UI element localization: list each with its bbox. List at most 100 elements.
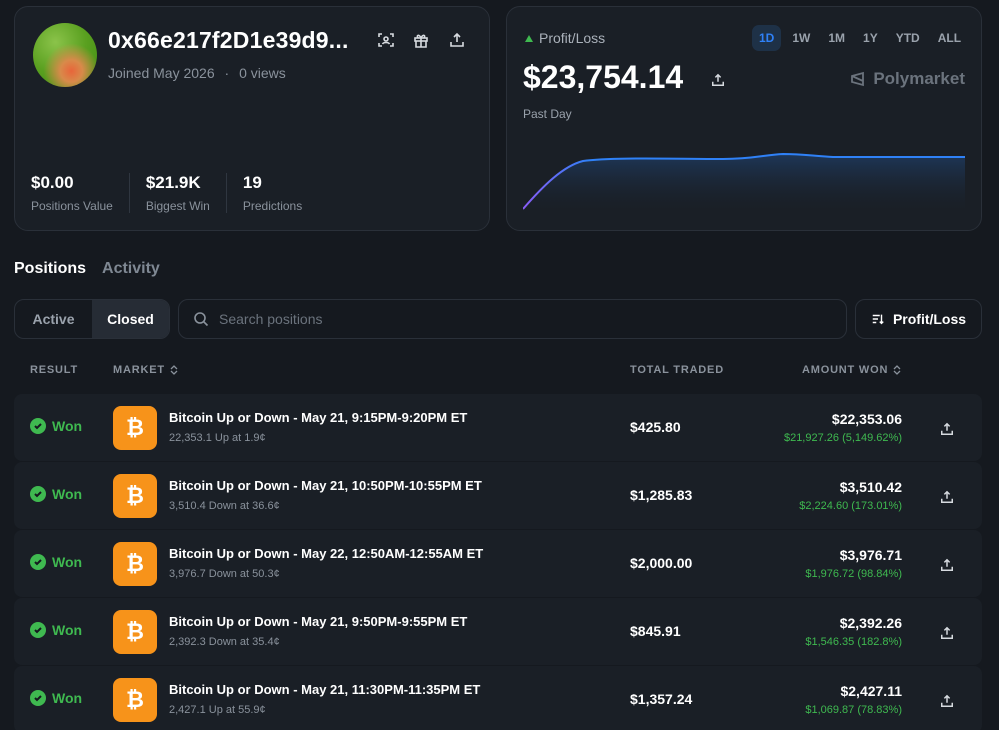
share-icon[interactable] [936, 622, 958, 644]
market-subtitle: 2,392.3 Down at 35.4¢ [169, 636, 280, 648]
range-all[interactable]: ALL [931, 25, 968, 51]
brand-name: Polymarket [873, 69, 965, 88]
stat-value: $21.9K [145, 173, 201, 192]
chart-area [523, 154, 965, 211]
stat-biggest-win: $21.9K Biggest Win [146, 173, 227, 213]
check-circle-icon [30, 690, 46, 706]
market-title[interactable]: Bitcoin Up or Down - May 21, 9:50PM-9:55… [169, 614, 467, 629]
svg-text:₿: ₿ [126, 415, 144, 440]
profile-card: 0x66e217f2D1e39d9... Joined May 2026 · 0… [14, 6, 490, 231]
range-selector: 1D 1W 1M 1Y YTD ALL [752, 25, 968, 51]
stat-positions-value: $0.00 Positions Value [31, 173, 130, 213]
svg-text:₿: ₿ [126, 551, 144, 576]
amount-won: $22,353.06 [831, 411, 902, 427]
table-row[interactable]: Won ₿ Bitcoin Up or Down - May 21, 9:50PM-… [14, 598, 982, 665]
table-row[interactable]: Won ₿ Bitcoin Up or Down - May 21, 10:50PM… [14, 462, 982, 529]
bitcoin-icon: ₿ [113, 542, 157, 586]
svg-text:₿: ₿ [126, 619, 144, 644]
sort-button[interactable]: Profit/Loss [855, 299, 982, 339]
market-title[interactable]: Bitcoin Up or Down - May 21, 11:30PM-11:… [169, 682, 480, 697]
check-circle-icon [30, 418, 46, 434]
header-total-traded: TOTAL TRADED [630, 364, 724, 376]
svg-text:₿: ₿ [126, 483, 144, 508]
header-amount-won-label: AMOUNT WON [802, 364, 889, 376]
market-title[interactable]: Bitcoin Up or Down - May 21, 10:50PM-10:… [169, 478, 482, 493]
filter-closed-button[interactable]: Closed [92, 300, 169, 338]
result-label: Won [52, 622, 83, 638]
result-won: Won [30, 418, 82, 434]
range-1y[interactable]: 1Y [856, 25, 885, 51]
filter-active-button[interactable]: Active [15, 300, 92, 338]
status-toggle: Active Closed [14, 299, 170, 339]
table-row[interactable]: Won ₿ Bitcoin Up or Down - May 21, 9:15PM-… [14, 394, 982, 461]
range-1m[interactable]: 1M [821, 25, 852, 51]
pnl-label-text: Profit/Loss [539, 30, 606, 46]
range-ytd[interactable]: YTD [889, 25, 927, 51]
total-traded: $1,357.24 [630, 691, 693, 707]
pnl-chart [523, 152, 965, 211]
amount-gain: $21,927.26 (5,149.62%) [783, 432, 902, 444]
up-triangle-icon [525, 34, 533, 42]
bitcoin-icon: ₿ [113, 406, 157, 450]
amount-won: $3,976.71 [839, 547, 902, 563]
sort-icon [872, 314, 884, 325]
range-1w[interactable]: 1W [785, 25, 817, 51]
search-input[interactable] [219, 311, 779, 327]
total-traded: $1,285.83 [630, 487, 693, 503]
header-result: RESULT [30, 364, 78, 376]
range-1d[interactable]: 1D [752, 25, 782, 51]
stat-predictions: 19 Predictions [243, 173, 318, 213]
stat-value: 19 [242, 173, 262, 192]
amount-gain: $1,546.35 (182.8%) [805, 636, 902, 648]
share-icon[interactable] [707, 69, 729, 91]
market-title[interactable]: Bitcoin Up or Down - May 22, 12:50AM-12:… [169, 546, 483, 561]
amount-gain: $1,976.72 (98.84%) [805, 568, 902, 580]
market-title[interactable]: Bitcoin Up or Down - May 21, 9:15PM-9:20… [169, 410, 467, 425]
tab-activity[interactable]: Activity [102, 260, 160, 278]
market-subtitle: 22,353.1 Up at 1.9¢ [169, 432, 266, 444]
header-market[interactable]: MARKET [113, 364, 179, 376]
check-circle-icon [30, 554, 46, 570]
period-label: Past Day [523, 107, 572, 121]
result-won: Won [30, 554, 82, 570]
check-circle-icon [30, 486, 46, 502]
total-traded: $425.80 [630, 419, 681, 435]
pnl-label: Profit/Loss [525, 30, 605, 46]
header-amount-won[interactable]: AMOUNT WON [802, 364, 902, 376]
table-row[interactable]: Won ₿ Bitcoin Up or Down - May 21, 11:30PM… [14, 666, 982, 730]
bitcoin-icon: ₿ [113, 678, 157, 722]
scan-icon[interactable] [375, 29, 397, 51]
result-won: Won [30, 486, 82, 502]
pnl-value: $23,754.14 [523, 59, 684, 95]
market-subtitle: 3,976.7 Down at 50.3¢ [169, 568, 280, 580]
sort-updown-icon [893, 365, 901, 375]
market-subtitle: 3,510.4 Down at 36.6¢ [169, 500, 280, 512]
result-label: Won [52, 486, 83, 502]
share-icon[interactable] [936, 418, 958, 440]
share-icon[interactable] [936, 554, 958, 576]
total-traded: $2,000.00 [630, 555, 693, 571]
gift-icon[interactable] [410, 29, 432, 51]
share-icon[interactable] [446, 29, 468, 51]
table-row[interactable]: Won ₿ Bitcoin Up or Down - May 22, 12:50AM… [14, 530, 982, 597]
result-label: Won [52, 418, 83, 434]
result-won: Won [30, 690, 82, 706]
header-market-label: MARKET [113, 364, 165, 376]
tab-positions[interactable]: Positions [14, 260, 86, 278]
sort-updown-icon [170, 365, 178, 375]
sort-label: Profit/Loss [892, 311, 967, 327]
stat-label: Predictions [242, 199, 303, 213]
wallet-address: 0x66e217f2D1e39d9... [108, 27, 349, 53]
bitcoin-icon: ₿ [113, 610, 157, 654]
polymarket-icon [851, 71, 865, 87]
joined-date: Joined May 2026 [108, 65, 215, 81]
total-traded: $845.91 [630, 623, 681, 639]
polymarket-logo: Polymarket [849, 69, 965, 89]
share-icon[interactable] [936, 690, 958, 712]
result-label: Won [52, 554, 83, 570]
bitcoin-icon: ₿ [113, 474, 157, 518]
search-box [178, 299, 847, 339]
market-subtitle: 2,427.1 Up at 55.9¢ [169, 704, 266, 716]
share-icon[interactable] [936, 486, 958, 508]
result-won: Won [30, 622, 82, 638]
